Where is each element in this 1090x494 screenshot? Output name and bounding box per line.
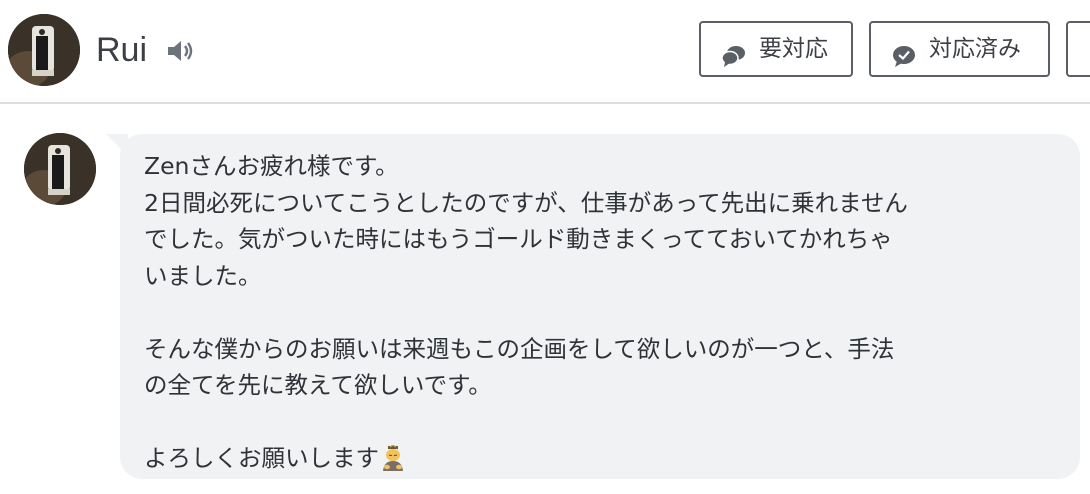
speaker-icon[interactable]	[166, 38, 198, 64]
message-line: Zenさんお疲れ様です。	[144, 152, 399, 180]
message-line-last: よろしくお願いします	[144, 440, 1060, 477]
message-avatar[interactable]	[24, 133, 96, 205]
message-line: そんな僕からのお願いは来週もこの企画をして欲しいのが一つと、手法	[144, 334, 895, 363]
needs-action-button[interactable]: 要対応	[699, 21, 853, 77]
user-avatar[interactable]	[8, 14, 80, 86]
message-line-blank: ​	[144, 294, 1060, 331]
message-line: の全てを先に教えて欲しいです。	[144, 371, 492, 399]
needs-action-label: 要対応	[759, 36, 828, 62]
message-line-blank: ​	[144, 404, 1060, 441]
message-line: いました。	[144, 261, 262, 290]
person-bowing-emoji	[381, 444, 405, 471]
message-line: 2日間必死についてこうとしたのですが、仕事があって先出に乗れません	[144, 188, 908, 217]
user-name: Rui	[96, 31, 148, 69]
check-bubble-icon	[891, 36, 917, 67]
message-body: Zenさんお疲れ様です。 2日間必死についてこうとしたのですが、仕事があって先出に…	[144, 148, 1060, 477]
message-bubble: Zenさんお疲れ様です。 2日間必死についてこうとしたのですが、仕事があって先出に…	[120, 134, 1080, 479]
chat-bubble-icon	[721, 36, 747, 67]
message-line: よろしくお願いします	[144, 444, 379, 472]
done-button[interactable]: 対応済み	[869, 21, 1050, 77]
more-button[interactable]	[1066, 21, 1090, 77]
chat-header: Rui 要対応 対応済み	[0, 0, 1090, 104]
done-label: 対応済み	[929, 36, 1021, 62]
message-line: でした。気がついた時にはもうゴールド動きまくってておいてかれちゃ	[144, 225, 893, 253]
